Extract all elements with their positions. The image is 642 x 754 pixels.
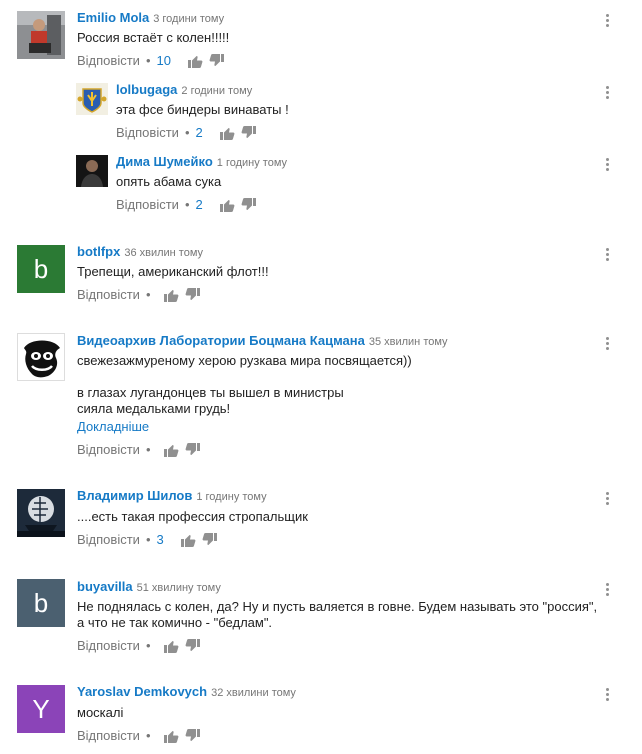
author-name[interactable]: Дима Шумейко [116, 154, 213, 169]
avatar[interactable]: b [17, 245, 65, 293]
dislike-icon[interactable] [185, 728, 201, 744]
like-icon[interactable] [219, 197, 235, 213]
comment-text: ....есть такая профессия стропальщик [77, 509, 308, 524]
avatar[interactable] [76, 155, 108, 187]
author-name[interactable]: Владимир Шилов [77, 488, 192, 503]
dislike-icon[interactable] [185, 442, 201, 458]
comment-text-line: свежезажмуреному херою рузкава мира посв… [77, 353, 412, 368]
coat-of-arms-icon [76, 83, 108, 115]
more-options-icon[interactable] [606, 337, 610, 353]
avatar[interactable] [17, 11, 65, 59]
reply-button[interactable]: Відповісти [116, 125, 179, 141]
like-icon[interactable] [163, 442, 179, 458]
timestamp[interactable]: 2 години тому [181, 85, 252, 97]
more-options-icon[interactable] [606, 688, 610, 704]
more-options-icon[interactable] [606, 248, 610, 264]
separator-dot: • [145, 287, 151, 302]
comment-text: Россия встаёт с колен!!!!! [77, 30, 230, 45]
timestamp[interactable]: 51 хвилину тому [137, 582, 221, 594]
more-options-icon[interactable] [606, 492, 610, 508]
author-name[interactable]: Видеоархив Лаборатории Боцмана Кацмана [77, 333, 365, 348]
separator-dot: • [184, 197, 190, 212]
comment-text-line: а что не так комично - "бедлам". [77, 615, 273, 630]
dislike-icon[interactable] [241, 125, 257, 141]
like-count: 2 [195, 197, 203, 212]
dislike-icon[interactable] [202, 532, 218, 548]
author-name[interactable]: buyavilla [77, 579, 133, 594]
like-icon[interactable] [187, 53, 203, 69]
reply-button[interactable]: Відповісти [77, 287, 140, 303]
more-options-icon[interactable] [606, 86, 610, 102]
dislike-icon[interactable] [185, 638, 201, 654]
avatar[interactable] [76, 83, 108, 115]
separator-dot: • [145, 728, 151, 743]
reply-button[interactable]: Відповісти [77, 532, 140, 548]
like-icon[interactable] [219, 125, 235, 141]
comment-text: москалі [77, 705, 124, 720]
timestamp[interactable]: 32 хвилини тому [211, 687, 296, 699]
timestamp[interactable]: 3 години тому [153, 13, 224, 25]
like-count: 2 [195, 125, 203, 140]
separator-dot: • [145, 532, 151, 547]
like-icon[interactable] [163, 287, 179, 303]
ship-moon-icon [17, 489, 65, 537]
avatar[interactable] [17, 489, 65, 537]
more-options-icon[interactable] [606, 583, 610, 599]
separator-dot: • [145, 442, 151, 457]
author-name[interactable]: botlfpx [77, 244, 120, 259]
avatar-photo-icon [76, 155, 108, 187]
more-options-icon[interactable] [606, 158, 610, 174]
more-options-icon[interactable] [606, 14, 610, 30]
avatar[interactable] [17, 333, 65, 381]
reply-button[interactable]: Відповісти [77, 442, 140, 458]
separator-dot: • [145, 638, 151, 653]
author-name[interactable]: lolbugaga [116, 82, 177, 97]
separator-dot: • [184, 125, 190, 140]
separator-dot: • [145, 53, 151, 68]
reply-button[interactable]: Відповісти [77, 53, 140, 69]
comment-text-line: Не поднялась с колен, да? Ну и пусть вал… [77, 599, 598, 614]
cartoon-face-icon [18, 334, 64, 380]
avatar-letter: Y [32, 693, 50, 724]
comment-text: Трепещи, американский флот!!! [77, 264, 269, 279]
like-icon[interactable] [163, 638, 179, 654]
avatar-photo-icon [17, 11, 65, 59]
comment-text-line: в глазах лугандонцев ты вышел в министры [77, 385, 344, 400]
like-count: 10 [156, 53, 171, 68]
avatar[interactable]: Y [17, 685, 65, 733]
reply-button[interactable]: Відповісти [116, 197, 179, 213]
author-name[interactable]: Emilio Mola [77, 10, 149, 25]
comment-text: эта фсе биндеры винаваты ! [116, 102, 289, 117]
avatar-letter: b [33, 253, 49, 284]
dislike-icon[interactable] [209, 53, 225, 69]
reply-button[interactable]: Відповісти [77, 638, 140, 654]
avatar-letter: b [33, 587, 49, 618]
timestamp[interactable]: 1 годину тому [217, 157, 287, 169]
timestamp[interactable]: 35 хвилин тому [369, 336, 448, 348]
reply-button[interactable]: Відповісти [77, 728, 140, 744]
comment-text: опять абама сука [116, 174, 222, 189]
like-count: 3 [156, 532, 164, 547]
read-more-link[interactable]: Докладніше [77, 419, 149, 435]
dislike-icon[interactable] [185, 287, 201, 303]
avatar[interactable]: b [17, 579, 65, 627]
timestamp[interactable]: 36 хвилин тому [124, 247, 203, 259]
like-icon[interactable] [180, 532, 196, 548]
comment-text-line: сияла медальками грудь! [77, 401, 231, 416]
dislike-icon[interactable] [241, 197, 257, 213]
like-icon[interactable] [163, 728, 179, 744]
author-name[interactable]: Yaroslav Demkovych [77, 684, 207, 699]
timestamp[interactable]: 1 годину тому [196, 491, 266, 503]
